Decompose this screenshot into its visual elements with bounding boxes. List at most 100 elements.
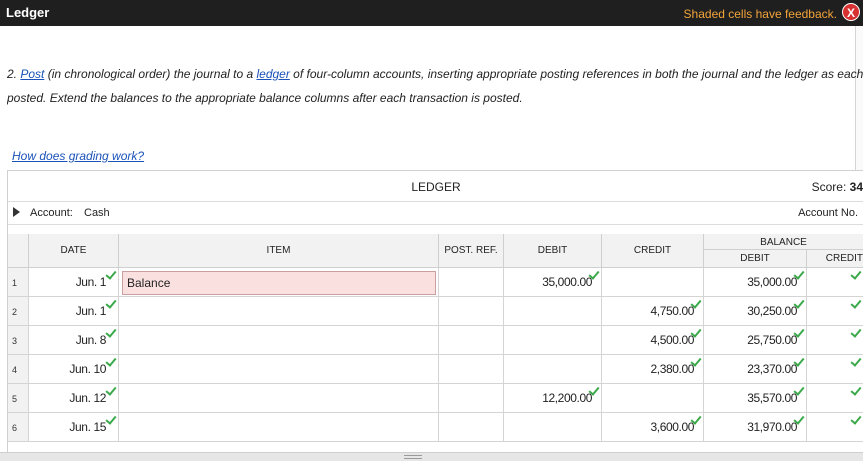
checkmark-icon	[850, 268, 862, 280]
debit-cell[interactable]: 35,000.00	[504, 268, 602, 297]
date-cell[interactable]: Jun. 15	[29, 413, 119, 442]
item-cell[interactable]	[119, 297, 439, 326]
balance-debit-cell-text: 30,250.00	[747, 304, 797, 318]
item-cell[interactable]	[119, 326, 439, 355]
debit-cell[interactable]	[504, 355, 602, 384]
checkmark-icon	[588, 384, 600, 396]
checkmark-icon	[105, 384, 117, 396]
checkmark-icon	[105, 413, 117, 425]
checkmark-icon	[105, 326, 117, 338]
checkmark-icon	[850, 413, 862, 425]
debit-cell[interactable]	[504, 326, 602, 355]
date-cell[interactable]: Jun. 1	[29, 268, 119, 297]
date-cell[interactable]: Jun. 10	[29, 355, 119, 384]
date-cell-text: Jun. 10	[69, 362, 106, 376]
post-ref-cell[interactable]	[439, 355, 504, 384]
item-cell[interactable]	[119, 384, 439, 413]
instructions-text: (in chronological order) the journal to …	[44, 67, 257, 81]
checkmark-icon	[793, 297, 805, 309]
balance-debit-cell[interactable]: 35,570.00	[704, 384, 807, 413]
balance-debit-cell[interactable]: 31,970.00	[704, 413, 807, 442]
debit-cell[interactable]	[504, 413, 602, 442]
checkmark-icon	[105, 297, 117, 309]
account-name: Cash	[84, 207, 110, 219]
balance-credit-cell[interactable]	[807, 326, 863, 355]
checkmark-icon	[793, 268, 805, 280]
checkmark-icon	[690, 297, 702, 309]
credit-cell-text: 4,750.00	[650, 304, 694, 318]
checkmark-icon	[793, 355, 805, 367]
checkmark-icon	[850, 355, 862, 367]
post-ref-cell[interactable]	[439, 413, 504, 442]
date-header: DATE	[29, 234, 119, 268]
date-cell-text: Jun. 15	[69, 420, 106, 434]
checkmark-icon	[588, 268, 600, 280]
item-input[interactable]: Balance	[122, 271, 436, 295]
ledger-link[interactable]: ledger	[256, 67, 289, 81]
window-title: Ledger	[6, 5, 50, 20]
row-number-text: 6	[12, 423, 18, 433]
credit-cell[interactable]: 3,600.00	[602, 413, 704, 442]
row-number-text: 1	[12, 278, 18, 288]
balance-debit-cell[interactable]: 23,370.00	[704, 355, 807, 384]
credit-cell[interactable]	[602, 268, 704, 297]
window-titlebar: Ledger Shaded cells have feedback. X	[0, 0, 863, 26]
checkmark-icon	[105, 355, 117, 367]
checkmark-icon	[690, 355, 702, 367]
balance-debit-cell-text: 35,570.00	[747, 391, 797, 405]
checkmark-icon	[793, 384, 805, 396]
account-label: Account:	[30, 207, 73, 219]
horizontal-scrollbar[interactable]	[0, 452, 863, 461]
debit-header: DEBIT	[504, 234, 602, 268]
date-cell-text: Jun. 1	[75, 304, 107, 318]
row-number-text: 2	[12, 307, 18, 317]
date-cell-text: Jun. 12	[69, 391, 106, 405]
row-number: 6	[8, 413, 29, 442]
credit-cell[interactable]: 4,500.00	[602, 326, 704, 355]
close-icon[interactable]: X	[842, 3, 860, 21]
score-value: 34	[849, 180, 863, 194]
account-bar[interactable]: Account: Cash Account No.	[8, 201, 863, 225]
balance-debit-cell-text: 23,370.00	[747, 362, 797, 376]
row-number: 1	[8, 268, 29, 297]
score-display: Score: 34	[812, 180, 863, 194]
post-link[interactable]: Post	[20, 67, 44, 81]
credit-cell[interactable]: 4,750.00	[602, 297, 704, 326]
debit-cell[interactable]: 12,200.00	[504, 384, 602, 413]
credit-cell-text: 4,500.00	[650, 333, 694, 347]
ledger-title: LEDGER	[411, 180, 461, 194]
post-ref-cell[interactable]	[439, 326, 504, 355]
grading-help-link[interactable]: How does grading work?	[12, 149, 144, 163]
account-no-label: Account No.	[798, 207, 858, 219]
item-cell[interactable]	[119, 355, 439, 384]
balance-debit-cell-text: 35,000.00	[747, 275, 797, 289]
post-ref-cell[interactable]	[439, 268, 504, 297]
post-ref-cell[interactable]	[439, 384, 504, 413]
row-number: 5	[8, 384, 29, 413]
triangle-right-icon[interactable]	[13, 207, 20, 217]
balance-debit-cell[interactable]: 25,750.00	[704, 326, 807, 355]
item-cell[interactable]	[119, 413, 439, 442]
balance-credit-cell[interactable]	[807, 297, 863, 326]
date-cell[interactable]: Jun. 12	[29, 384, 119, 413]
credit-cell[interactable]: 2,380.00	[602, 355, 704, 384]
date-cell[interactable]: Jun. 1	[29, 297, 119, 326]
balance-debit-cell[interactable]: 35,000.00	[704, 268, 807, 297]
balance-debit-cell[interactable]: 30,250.00	[704, 297, 807, 326]
balance-credit-cell[interactable]	[807, 268, 863, 297]
debit-cell-text: 35,000.00	[542, 275, 592, 289]
debit-cell[interactable]	[504, 297, 602, 326]
balance-credit-cell[interactable]	[807, 384, 863, 413]
credit-header: CREDIT	[602, 234, 704, 268]
post-ref-cell[interactable]	[439, 297, 504, 326]
score-label: Score:	[811, 180, 847, 194]
balance-credit-cell[interactable]	[807, 355, 863, 384]
instructions-line-1: 2. Post (in chronological order) the jou…	[7, 67, 863, 81]
balance-credit-cell[interactable]	[807, 413, 863, 442]
credit-cell[interactable]	[602, 384, 704, 413]
scroll-grip-icon[interactable]	[404, 455, 422, 459]
item-cell[interactable]: Balance	[119, 268, 439, 297]
date-cell[interactable]: Jun. 8	[29, 326, 119, 355]
checkmark-icon	[850, 297, 862, 309]
checkmark-icon	[793, 413, 805, 425]
